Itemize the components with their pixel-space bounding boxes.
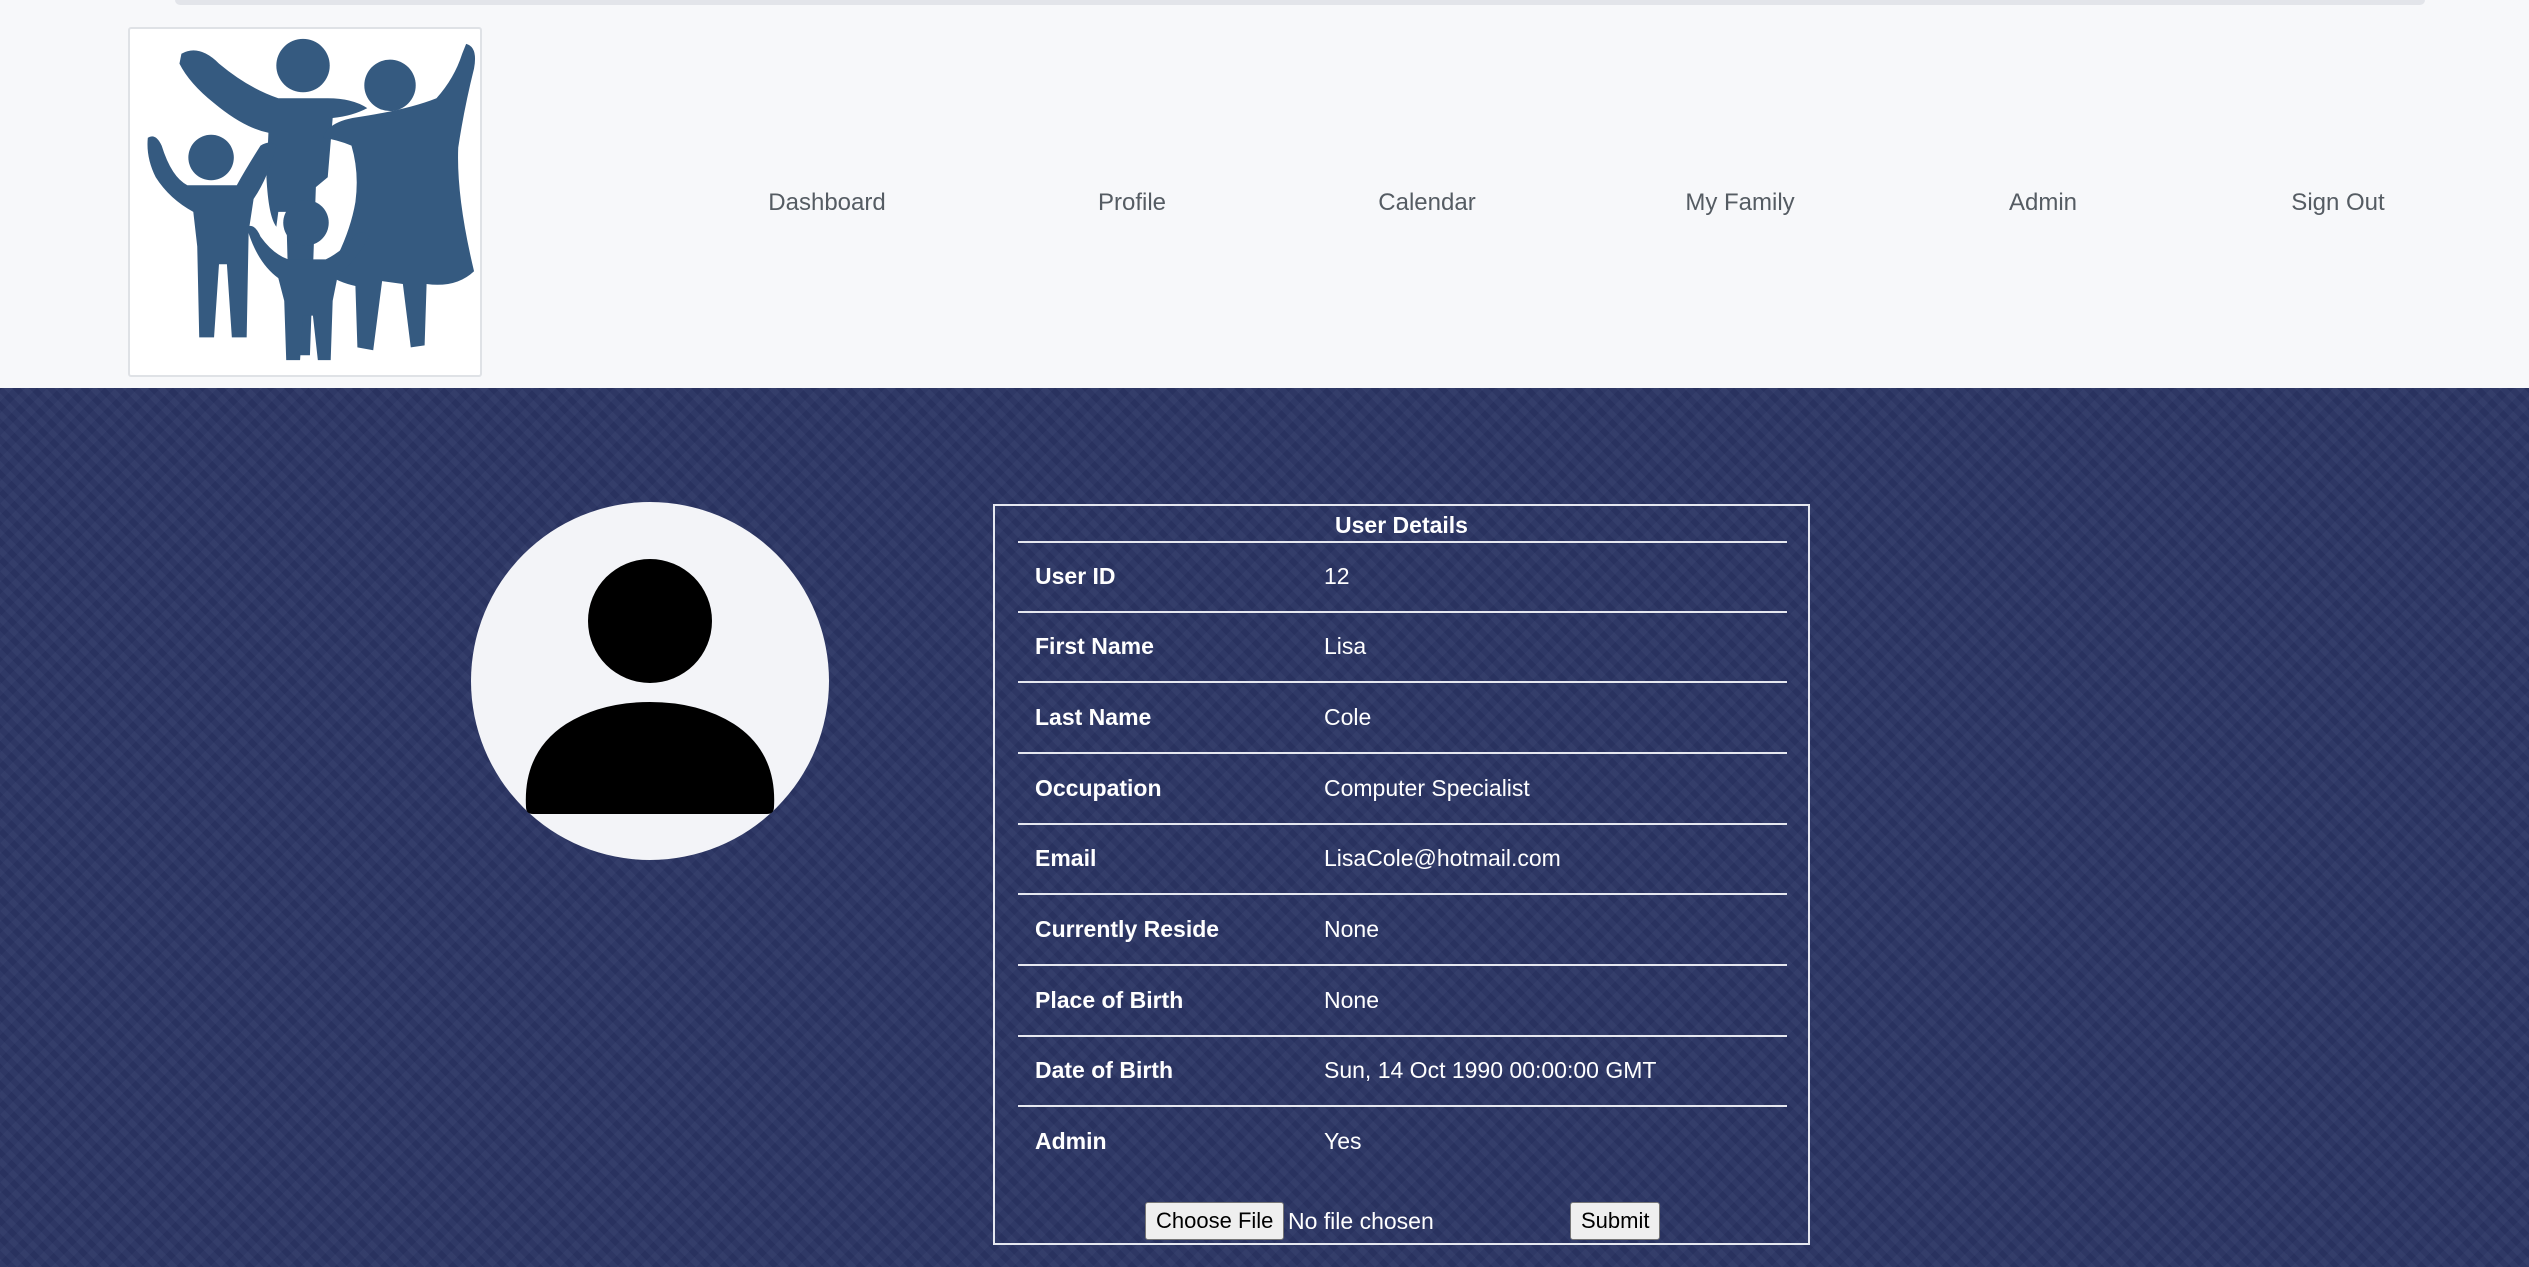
detail-row-last-name: Last Name Cole — [1018, 684, 1787, 754]
detail-value: Sun, 14 Oct 1990 00:00:00 GMT — [1324, 1057, 1657, 1083]
row-divider — [1018, 893, 1787, 895]
detail-value: Lisa — [1324, 633, 1367, 659]
row-divider — [1018, 1105, 1787, 1107]
choose-file-button[interactable]: Choose File — [1145, 1202, 1285, 1240]
detail-row-date-of-birth: Date of Birth Sun, 14 Oct 1990 00:00:00 … — [1018, 1037, 1787, 1107]
detail-row-place-of-birth: Place of Birth None — [1018, 967, 1787, 1037]
row-divider — [1018, 681, 1787, 683]
detail-row-admin: Admin Yes — [1018, 1108, 1787, 1178]
detail-label: Place of Birth — [1035, 987, 1184, 1013]
detail-label: Occupation — [1035, 775, 1162, 801]
detail-label: Date of Birth — [1035, 1057, 1173, 1083]
user-silhouette-icon — [525, 559, 775, 814]
detail-row-occupation: Occupation Computer Specialist — [1018, 755, 1787, 825]
profile-avatar — [471, 502, 829, 860]
detail-value: LisaCole@hotmail.com — [1324, 845, 1561, 871]
detail-label: User ID — [1035, 563, 1116, 589]
scroll-edge — [175, 0, 2425, 5]
row-divider — [1018, 964, 1787, 966]
family-logo-icon — [147, 38, 476, 361]
nav-profile[interactable]: Profile — [1098, 189, 1166, 217]
family-logo[interactable] — [128, 27, 482, 377]
user-details-title: User Details — [1335, 512, 1468, 538]
detail-value: Computer Specialist — [1324, 775, 1530, 801]
user-details-card: User Details User ID 12 First Name Lisa … — [993, 504, 1810, 1245]
detail-label: Admin — [1035, 1128, 1107, 1154]
detail-value: Yes — [1324, 1128, 1362, 1154]
submit-button[interactable]: Submit — [1570, 1202, 1661, 1240]
detail-label: Last Name — [1035, 704, 1152, 730]
browser-top-strip — [0, 0, 2529, 14]
nav-sign-out[interactable]: Sign Out — [2291, 189, 2384, 217]
detail-row-first-name: First Name Lisa — [1018, 613, 1787, 683]
detail-label: Email — [1035, 845, 1097, 871]
detail-row-email: Email LisaCole@hotmail.com — [1018, 825, 1787, 895]
nav-admin[interactable]: Admin — [2009, 189, 2077, 217]
detail-value: Cole — [1324, 704, 1372, 730]
detail-row-currently-reside: Currently Reside None — [1018, 896, 1787, 966]
nav-calendar[interactable]: Calendar — [1378, 189, 1475, 217]
row-divider — [1018, 752, 1787, 754]
nav-dashboard[interactable]: Dashboard — [768, 189, 885, 217]
detail-value: 12 — [1324, 563, 1350, 589]
nav-my-family[interactable]: My Family — [1685, 189, 1794, 217]
detail-label: Currently Reside — [1035, 916, 1220, 942]
file-status-text: No file chosen — [1288, 1208, 1434, 1234]
detail-row-user-id: User ID 12 — [1018, 543, 1787, 613]
detail-label: First Name — [1035, 633, 1154, 659]
navbar: Dashboard Profile Calendar My Family Adm… — [0, 14, 2529, 388]
detail-value: None — [1324, 916, 1379, 942]
detail-value: None — [1324, 987, 1379, 1013]
